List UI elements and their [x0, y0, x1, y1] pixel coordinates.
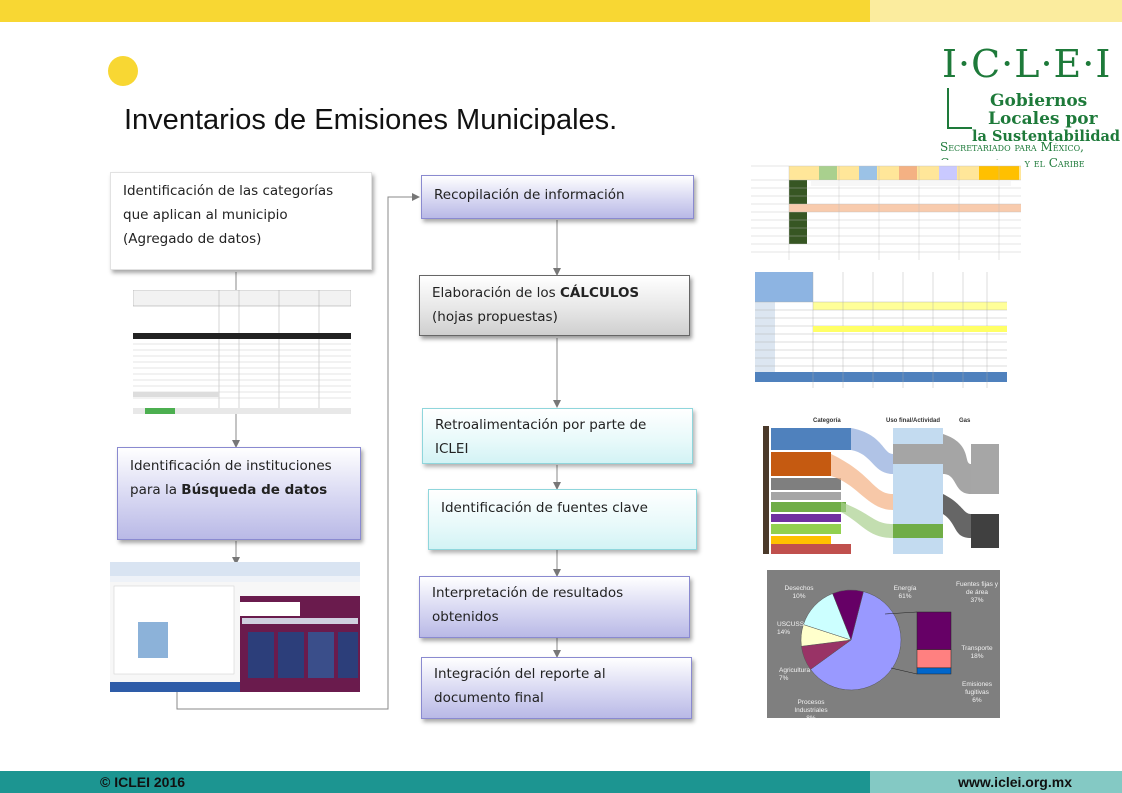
bar-label: de área — [966, 589, 988, 596]
categories-table-thumbnail — [133, 290, 351, 414]
step-text-line: ICLEI — [435, 441, 469, 457]
step-text-line: Identificación de instituciones — [130, 458, 332, 474]
step-text-line: Elaboración de los CÁLCULOS — [432, 285, 640, 301]
step-identificacion-categorias: Identificación de las categorías que apl… — [110, 172, 372, 270]
sankey-header: Categoría — [813, 418, 841, 424]
step-recopilacion: Recopilación de información — [421, 175, 694, 219]
pie-label: Desechos — [785, 585, 815, 592]
emissions-pie-chart: Fuentes fijas yde área37% Transporte18% Em… — [767, 570, 1000, 718]
step-calculos: Elaboración de los CÁLCULOS (hojas propu… — [419, 275, 690, 336]
step-text-line: obtenidos — [432, 609, 499, 625]
pie-label: Industriales — [794, 707, 828, 714]
step-text-line: que aplican al municipio — [123, 207, 288, 223]
sankey-diagram-thumbnail: Categoría Uso final/Actividad Gas — [763, 414, 1013, 560]
step-text-line: (hojas propuestas) — [432, 309, 558, 325]
bar-label: Fuentes fijas y — [956, 581, 999, 588]
bar-label: 18% — [970, 653, 983, 660]
step-integracion: Integración del reporte al documento fin… — [421, 657, 692, 719]
step-text-line: Identificación de las categorías — [123, 183, 334, 199]
pie-label: USCUSS — [777, 621, 805, 628]
pie-label: 10% — [792, 593, 805, 600]
stacked-bar-segment — [916, 667, 952, 675]
step-text-line: Recopilación de información — [434, 187, 625, 203]
pie-label: 14% — [777, 629, 790, 636]
bar-label: fugitivas — [965, 689, 990, 696]
sankey-header: Uso final/Actividad — [886, 418, 940, 424]
stacked-bar-segment — [916, 649, 952, 669]
calculation-sheet-thumbnail — [755, 272, 1007, 388]
bar-label: Transporte — [961, 645, 993, 652]
pie-label: Procesos — [797, 699, 825, 706]
data-sheet-thumbnail — [751, 160, 1021, 260]
pie-label: Energía — [894, 585, 917, 592]
step-text-line: para la Búsqueda de datos — [130, 482, 328, 498]
step-fuentes-clave: Identificación de fuentes clave — [428, 489, 697, 550]
step-text-line: Integración del reporte al — [434, 666, 606, 682]
step-identificacion-instituciones: Identificación de instituciones para la … — [117, 447, 361, 540]
websites-screenshot-thumbnail — [110, 562, 360, 692]
bar-label: 37% — [970, 597, 983, 604]
step-text-line: Retroalimentación por parte de — [435, 417, 647, 433]
pie-label: 8% — [806, 715, 816, 718]
step-text-line: Interpretación de resultados — [432, 585, 624, 601]
pie-label: Agricultura — [779, 667, 810, 674]
sankey-header: Gas — [959, 418, 971, 424]
bar-label: 6% — [972, 697, 982, 704]
pie-label: 61% — [898, 593, 911, 600]
bar-label: Emisiones — [962, 681, 993, 688]
step-retroalimentacion: Retroalimentación por parte de ICLEI — [422, 408, 693, 464]
stacked-bar-segment — [916, 611, 952, 650]
step-text-line: Identificación de fuentes clave — [441, 500, 648, 516]
step-interpretacion: Interpretación de resultados obtenidos — [419, 576, 690, 638]
step-text-line: documento final — [434, 690, 544, 706]
step-text-line: (Agregado de datos) — [123, 231, 262, 247]
pie-label: 7% — [779, 675, 789, 682]
